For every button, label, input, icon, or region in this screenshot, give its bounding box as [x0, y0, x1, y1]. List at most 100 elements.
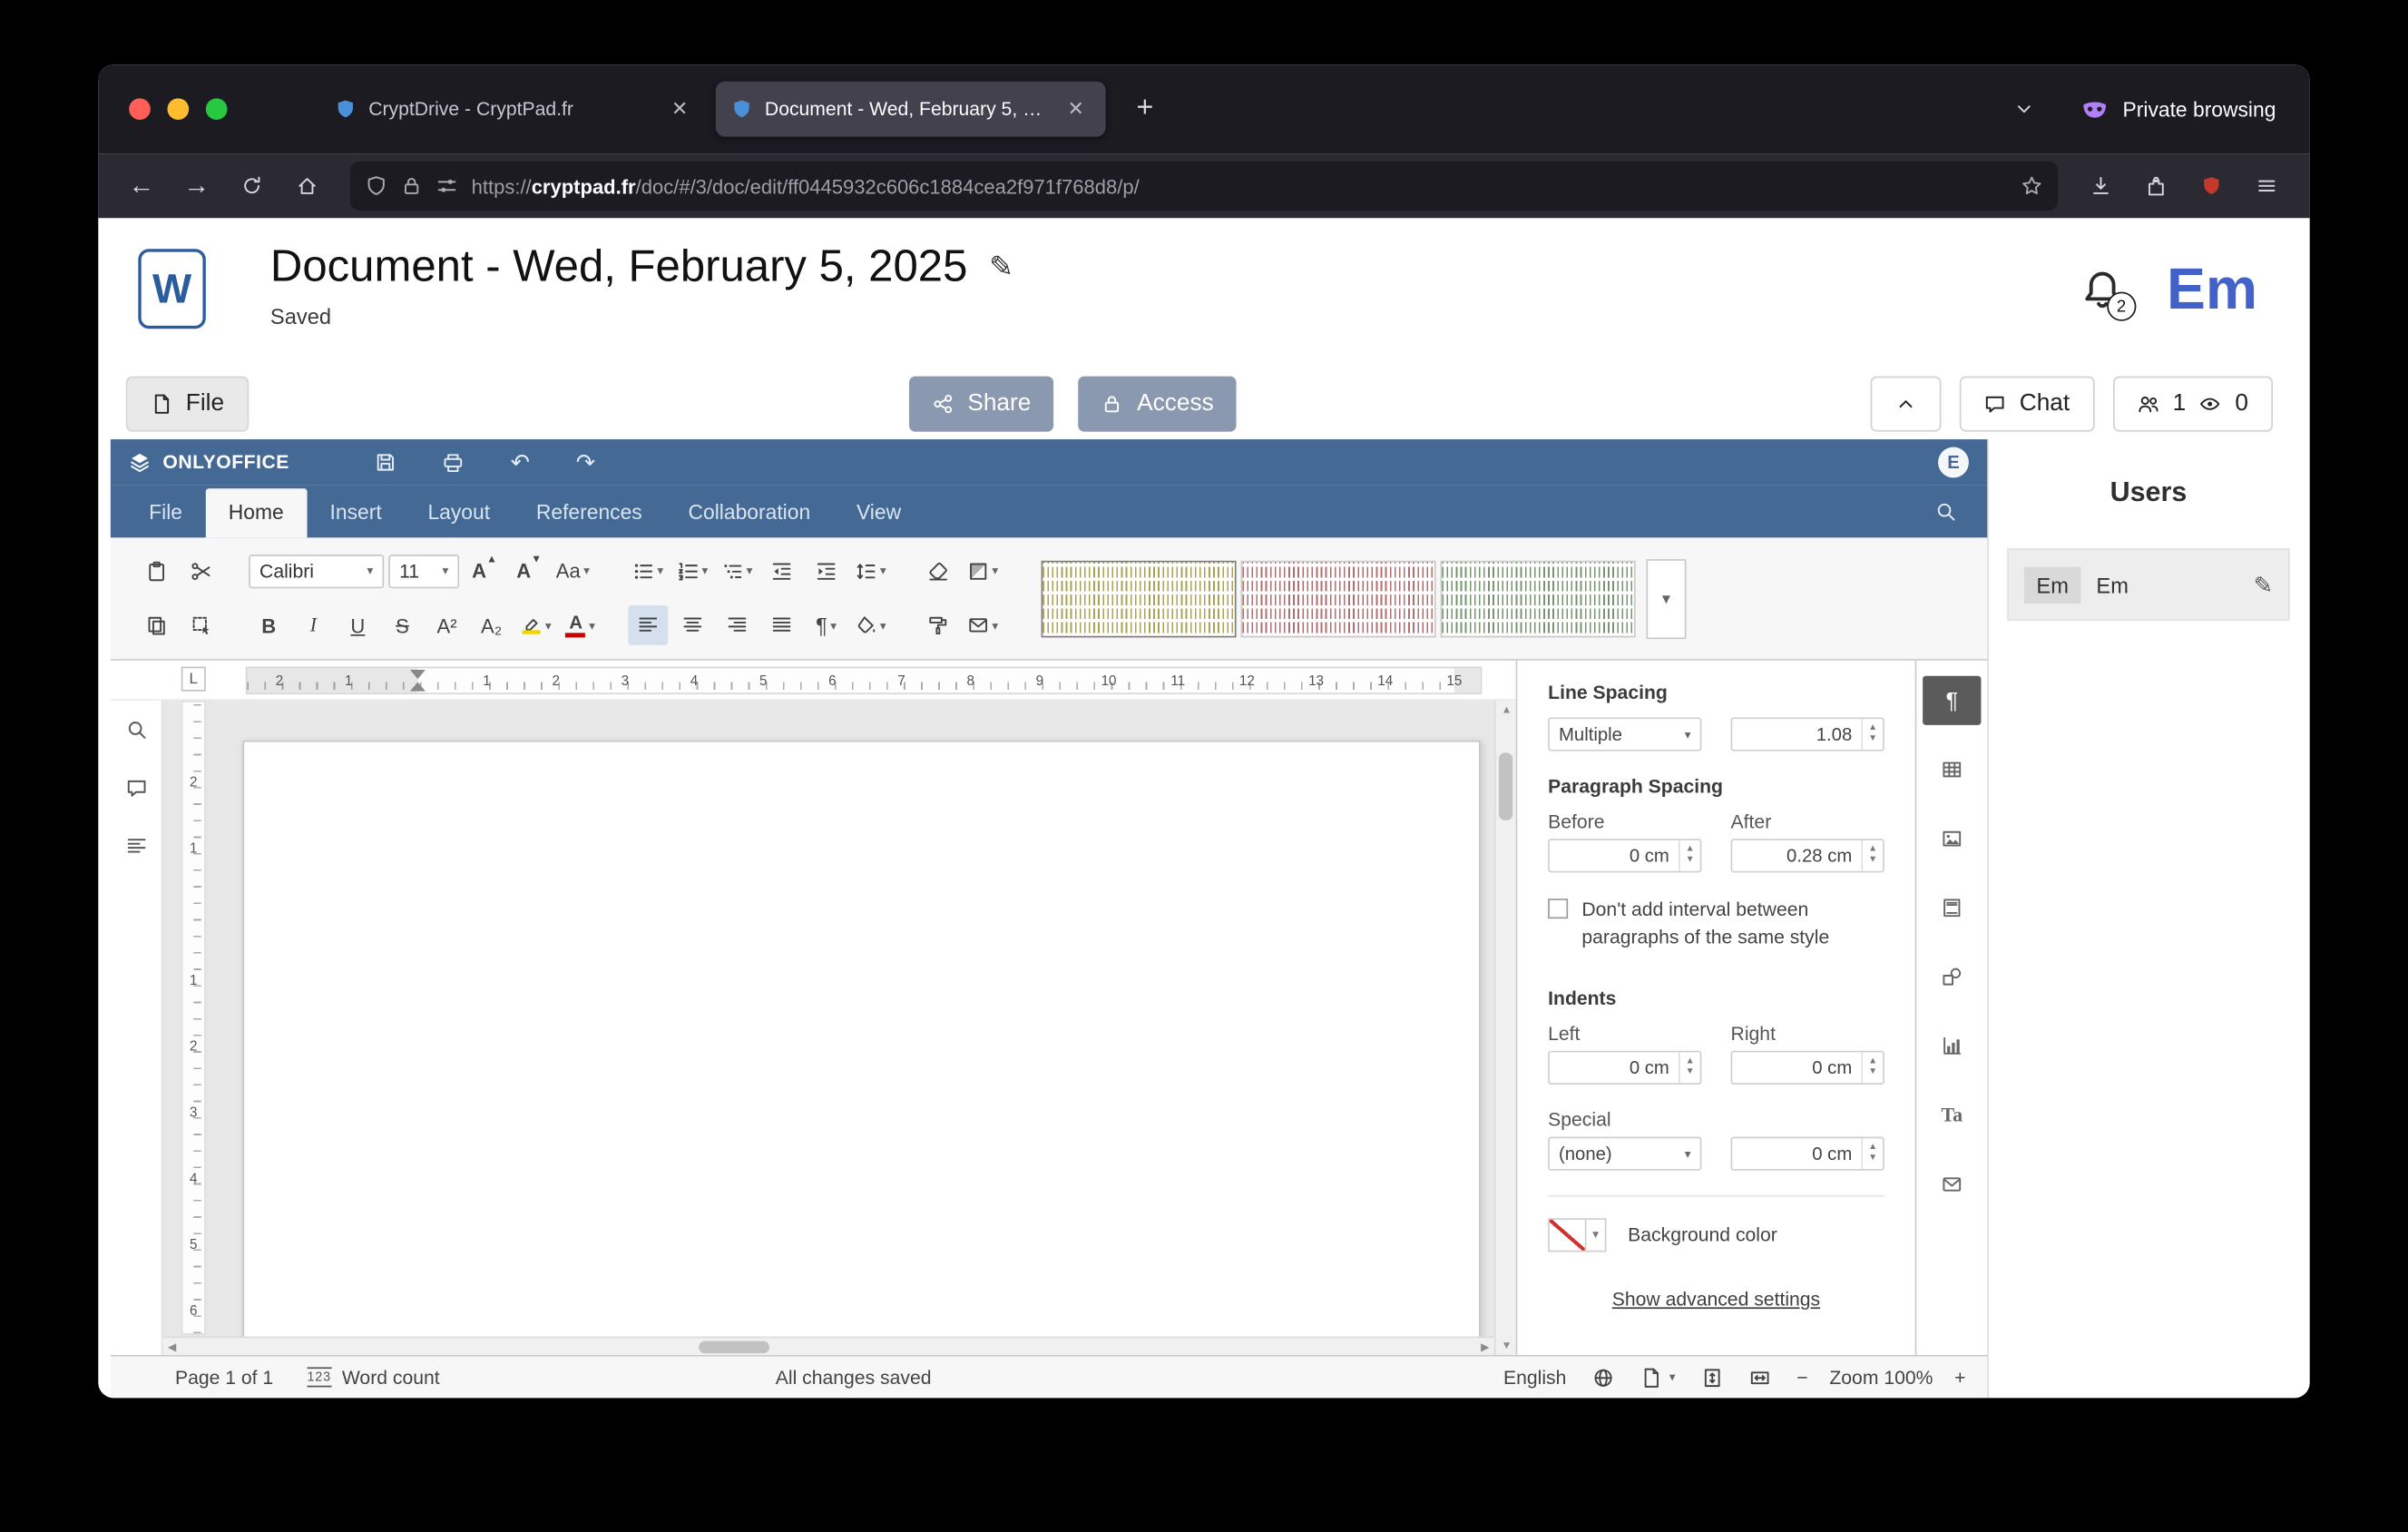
- find-icon[interactable]: [125, 719, 147, 741]
- spacing-after-input[interactable]: 0.28 cm ▲▼: [1731, 839, 1884, 872]
- shading-button[interactable]: ▾: [963, 551, 1003, 591]
- increase-indent-button[interactable]: [807, 551, 847, 591]
- header-footer-settings-tab[interactable]: [1923, 883, 1981, 932]
- underline-button[interactable]: U: [338, 605, 377, 645]
- scroll-right-arrow[interactable]: ▶: [1476, 1338, 1494, 1355]
- back-button[interactable]: ←: [117, 162, 166, 209]
- spinner-arrows[interactable]: ▲▼: [1679, 1052, 1700, 1083]
- user-avatar-initials[interactable]: Em: [2167, 261, 2257, 319]
- special-indent-input[interactable]: 0 cm ▲▼: [1731, 1137, 1884, 1171]
- font-color-button[interactable]: A▾: [561, 605, 601, 645]
- highlight-color-button[interactable]: ▾: [516, 605, 556, 645]
- forward-button[interactable]: →: [172, 162, 221, 209]
- spinner-arrows[interactable]: ▲▼: [1679, 840, 1700, 871]
- clear-style-button[interactable]: [918, 551, 958, 591]
- menu-collaboration[interactable]: Collaboration: [665, 488, 833, 537]
- change-case-button[interactable]: Aa▾: [553, 551, 592, 591]
- spinner-arrows[interactable]: ▲▼: [1861, 719, 1883, 750]
- mail-merge-settings-tab[interactable]: [1923, 1160, 1981, 1209]
- new-tab-button[interactable]: +: [1124, 89, 1166, 129]
- nonprinting-characters-button[interactable]: ¶▾: [807, 605, 847, 645]
- paragraph-settings-tab[interactable]: ¶: [1923, 676, 1981, 725]
- url-text[interactable]: https://cryptpad.fr/doc/#/3/doc/edit/ff0…: [472, 174, 2008, 197]
- menu-file[interactable]: File: [126, 488, 206, 537]
- print-icon[interactable]: [443, 451, 465, 473]
- show-advanced-settings-link[interactable]: Show advanced settings: [1548, 1289, 1884, 1311]
- cut-button[interactable]: [181, 551, 221, 591]
- edit-title-pencil-icon[interactable]: ✎: [989, 250, 1013, 286]
- spacing-before-input[interactable]: 0 cm ▲▼: [1548, 839, 1701, 872]
- scroll-left-arrow[interactable]: ◀: [162, 1338, 181, 1355]
- multilevel-list-button[interactable]: ▾: [717, 551, 757, 591]
- indent-right-input[interactable]: 0 cm ▲▼: [1731, 1051, 1884, 1085]
- permissions-sliders-icon[interactable]: [436, 175, 458, 197]
- redo-icon[interactable]: ↷: [576, 451, 595, 474]
- minimize-window-button[interactable]: [167, 98, 189, 120]
- extensions-button[interactable]: [2131, 162, 2180, 209]
- special-indent-select[interactable]: (none)▾: [1548, 1137, 1701, 1171]
- tab-cryptdrive[interactable]: CryptDrive - CryptPad.fr ✕: [319, 82, 710, 137]
- tab-document[interactable]: Document - Wed, February 5, 2025 ✕: [716, 82, 1106, 137]
- collapse-toolbar-button[interactable]: [1871, 377, 1942, 432]
- h-ruler[interactable]: 21123456789101112131415: [246, 667, 1483, 694]
- share-button[interactable]: Share: [909, 377, 1054, 432]
- align-left-button[interactable]: [628, 605, 668, 645]
- copy-button[interactable]: [137, 605, 177, 645]
- spellcheck-button[interactable]: ▾: [1640, 1367, 1676, 1389]
- subscript-button[interactable]: A₂: [472, 605, 512, 645]
- maximize-window-button[interactable]: [206, 98, 228, 120]
- paragraph-style-preview-2[interactable]: [1241, 560, 1436, 637]
- document-page[interactable]: [242, 741, 1480, 1355]
- horizontal-scrollbar[interactable]: ◀ ▶: [162, 1337, 1493, 1355]
- scroll-up-arrow[interactable]: ▲: [1496, 701, 1518, 719]
- align-justify-button[interactable]: [762, 605, 802, 645]
- first-line-indent-marker[interactable]: [410, 670, 426, 679]
- close-window-button[interactable]: [129, 98, 151, 120]
- menu-hamburger-button[interactable]: [2242, 162, 2291, 209]
- tracking-protection-shield-icon[interactable]: [366, 175, 387, 197]
- background-color-swatch[interactable]: ▼: [1548, 1218, 1606, 1252]
- line-spacing-select[interactable]: Multiple▾: [1548, 717, 1701, 751]
- select-all-button[interactable]: [181, 605, 221, 645]
- zoom-in-button[interactable]: +: [1954, 1367, 1965, 1389]
- undo-icon[interactable]: ↶: [511, 451, 530, 474]
- menu-insert[interactable]: Insert: [307, 488, 405, 537]
- vertical-scrollbar[interactable]: ▲ ▼: [1494, 701, 1516, 1355]
- menu-view[interactable]: View: [834, 488, 925, 537]
- italic-button[interactable]: I: [293, 605, 333, 645]
- font-name-select[interactable]: Calibri ▾: [249, 555, 384, 588]
- navigation-headings-icon[interactable]: [125, 836, 147, 858]
- copy-style-button[interactable]: [918, 605, 958, 645]
- superscript-button[interactable]: A²: [427, 605, 467, 645]
- horizontal-scroll-thumb[interactable]: [699, 1341, 769, 1354]
- document-language[interactable]: English: [1503, 1367, 1566, 1389]
- downloads-button[interactable]: [2076, 162, 2125, 209]
- set-language-globe-icon[interactable]: [1592, 1367, 1614, 1389]
- line-spacing-number-input[interactable]: 1.08 ▲▼: [1731, 717, 1884, 751]
- ruler-tab-selector[interactable]: L: [181, 667, 206, 692]
- bold-button[interactable]: B: [249, 605, 289, 645]
- align-center-button[interactable]: [672, 605, 712, 645]
- strikethrough-button[interactable]: S: [382, 605, 422, 645]
- members-button[interactable]: 1 0: [2113, 377, 2273, 432]
- save-icon[interactable]: [376, 451, 397, 473]
- vertical-scroll-thumb[interactable]: [1499, 752, 1512, 820]
- user-list-item[interactable]: Em Em ✎: [2007, 548, 2289, 621]
- comments-icon[interactable]: [125, 777, 147, 799]
- zoom-out-button[interactable]: −: [1796, 1367, 1807, 1389]
- fit-width-icon[interactable]: [1749, 1367, 1771, 1389]
- paragraph-style-preview-3[interactable]: [1441, 560, 1636, 637]
- increment-font-size-button[interactable]: A▲: [464, 551, 504, 591]
- home-button[interactable]: [282, 162, 331, 209]
- align-right-button[interactable]: [717, 605, 757, 645]
- image-settings-tab[interactable]: [1923, 814, 1981, 863]
- editor-search-icon[interactable]: [1935, 501, 1957, 523]
- paste-button[interactable]: [137, 551, 177, 591]
- chat-button[interactable]: Chat: [1960, 377, 2095, 432]
- left-indent-marker[interactable]: [410, 683, 426, 692]
- editor-user-avatar[interactable]: E: [1938, 447, 1969, 478]
- bookmark-star-icon[interactable]: [2021, 175, 2042, 197]
- decrement-font-size-button[interactable]: A▼: [508, 551, 548, 591]
- font-size-select[interactable]: 11 ▾: [388, 555, 459, 588]
- reload-button[interactable]: [228, 162, 277, 209]
